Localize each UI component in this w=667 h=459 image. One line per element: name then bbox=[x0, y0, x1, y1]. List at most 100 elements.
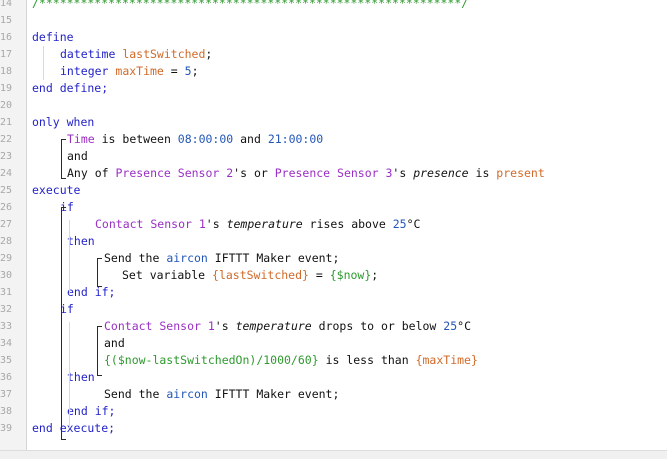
code-token: and bbox=[104, 336, 125, 350]
code-line[interactable]: 28 then bbox=[0, 233, 667, 250]
code-line[interactable]: 38 end if; bbox=[0, 403, 667, 420]
horizontal-scrollbar[interactable] bbox=[0, 450, 667, 459]
code-editor[interactable]: 14 /*************************************… bbox=[0, 0, 667, 459]
code-token: ; bbox=[191, 64, 199, 78]
code-token: then bbox=[67, 370, 95, 384]
line-number: 38 bbox=[0, 406, 13, 417]
code-token: if bbox=[60, 302, 74, 316]
code-line[interactable]: 17 datetime lastSwitched; bbox=[0, 46, 667, 63]
code-token: Presence Sensor 2 bbox=[115, 166, 234, 180]
code-token: then bbox=[67, 234, 95, 248]
code-text: Time is between 08:00:00 and 21:00:00 bbox=[67, 131, 323, 148]
line-number: 21 bbox=[0, 117, 13, 128]
code-token: and bbox=[233, 132, 268, 146]
code-text: Send the aircon IFTTT Maker event; bbox=[104, 250, 339, 267]
code-line[interactable]: 21 only when bbox=[0, 114, 667, 131]
code-token: 's or bbox=[233, 166, 275, 180]
code-line[interactable]: 26 if bbox=[0, 199, 667, 216]
code-token: define bbox=[32, 30, 74, 44]
code-line[interactable]: 14 /*************************************… bbox=[0, 0, 667, 12]
code-token: present bbox=[496, 166, 545, 180]
line-number: 15 bbox=[0, 15, 13, 26]
code-line[interactable]: 27 Contact Sensor 1's temperature rises a… bbox=[0, 216, 667, 233]
code-line[interactable]: 16 define bbox=[0, 29, 667, 46]
code-text: {($now-lastSwitchedOn)/1000/60} is less … bbox=[104, 352, 478, 369]
code-line[interactable]: 24 Any of Presence Sensor 2's or Presence… bbox=[0, 165, 667, 182]
line-number: 36 bbox=[0, 372, 13, 383]
code-token: Send the bbox=[104, 251, 167, 265]
code-token: integer bbox=[60, 64, 116, 78]
code-token: 08:00:00 bbox=[177, 132, 234, 146]
code-token: execute bbox=[32, 183, 81, 197]
code-line[interactable]: 25 execute bbox=[0, 182, 667, 199]
line-number: 35 bbox=[0, 355, 13, 366]
code-text: Any of Presence Sensor 2's or Presence S… bbox=[67, 165, 545, 182]
code-line[interactable]: 32 if bbox=[0, 301, 667, 318]
code-line[interactable]: 20 bbox=[0, 97, 667, 114]
code-line[interactable]: 23 and bbox=[0, 148, 667, 165]
code-token: IFTTT Maker event; bbox=[207, 251, 340, 265]
line-number: 39 bbox=[0, 423, 13, 434]
code-token: = bbox=[163, 64, 185, 78]
code-text: Send the aircon IFTTT Maker event; bbox=[104, 386, 339, 403]
code-line[interactable]: 34 and bbox=[0, 335, 667, 352]
code-text: and bbox=[67, 148, 88, 165]
code-line[interactable]: 37 Send the aircon IFTTT Maker event; bbox=[0, 386, 667, 403]
code-line[interactable]: 19 end define; bbox=[0, 80, 667, 97]
line-number: 16 bbox=[0, 32, 13, 43]
code-line[interactable]: 35 {($now-lastSwitchedOn)/1000/60} is les… bbox=[0, 352, 667, 369]
code-text: Contact Sensor 1's temperature drops to … bbox=[104, 318, 471, 335]
line-number: 29 bbox=[0, 253, 13, 264]
code-token: Presence Sensor 3 bbox=[274, 166, 393, 180]
code-line[interactable]: 36 then bbox=[0, 369, 667, 386]
code-text: and bbox=[104, 335, 125, 352]
code-line[interactable]: 39 end execute; bbox=[0, 420, 667, 437]
line-number: 17 bbox=[0, 49, 13, 60]
code-token: is bbox=[468, 166, 497, 180]
code-token: end define; bbox=[32, 81, 109, 95]
line-number: 34 bbox=[0, 338, 13, 349]
line-number: 32 bbox=[0, 304, 13, 315]
code-area[interactable]: 14 /*************************************… bbox=[0, 0, 667, 459]
code-token: end if; bbox=[67, 285, 116, 299]
code-text: end execute; bbox=[32, 420, 115, 437]
code-token: Send the bbox=[104, 387, 167, 401]
code-token: maxTime bbox=[115, 64, 164, 78]
code-token: = bbox=[308, 268, 330, 282]
code-text: only when bbox=[32, 114, 94, 131]
code-text: execute bbox=[32, 182, 80, 199]
line-number: 25 bbox=[0, 185, 13, 196]
code-token: °C bbox=[406, 217, 421, 231]
code-text: then bbox=[67, 233, 95, 250]
code-token: presence bbox=[413, 166, 469, 180]
code-token: aircon bbox=[166, 251, 208, 265]
line-number: 33 bbox=[0, 321, 13, 332]
code-token: aircon bbox=[166, 387, 208, 401]
code-token: 25 bbox=[392, 217, 407, 231]
code-text: then bbox=[67, 369, 95, 386]
line-number: 23 bbox=[0, 151, 13, 162]
code-token: /***************************************… bbox=[32, 0, 469, 10]
code-text: Contact Sensor 1's temperature rises abo… bbox=[95, 216, 420, 233]
code-text: end if; bbox=[67, 284, 115, 301]
code-token: datetime bbox=[60, 47, 123, 61]
line-number: 30 bbox=[0, 270, 13, 281]
line-number: 31 bbox=[0, 287, 13, 298]
line-number: 22 bbox=[0, 134, 13, 145]
code-token: 's bbox=[214, 319, 236, 333]
indent-guide-if-2 bbox=[69, 322, 70, 428]
code-token: 21:00:00 bbox=[267, 132, 324, 146]
then-bracket-1 bbox=[97, 258, 102, 287]
code-line[interactable]: 30 Set variable {lastSwitched} = {$now}; bbox=[0, 267, 667, 284]
line-number: 18 bbox=[0, 66, 13, 77]
code-token: {($now-lastSwitchedOn)/1000/60} bbox=[104, 353, 319, 367]
line-number: 14 bbox=[0, 0, 13, 9]
indent-guide-if-1 bbox=[69, 220, 70, 294]
code-token: 5 bbox=[184, 64, 192, 78]
code-token: {maxTime} bbox=[415, 353, 478, 367]
code-token: °C bbox=[457, 319, 472, 333]
code-token: ; bbox=[205, 47, 213, 61]
code-line[interactable]: 18 integer maxTime = 5; bbox=[0, 63, 667, 80]
code-line[interactable]: 22 Time is between 08:00:00 and 21:00:00 bbox=[0, 131, 667, 148]
code-line[interactable]: 15 bbox=[0, 12, 667, 29]
